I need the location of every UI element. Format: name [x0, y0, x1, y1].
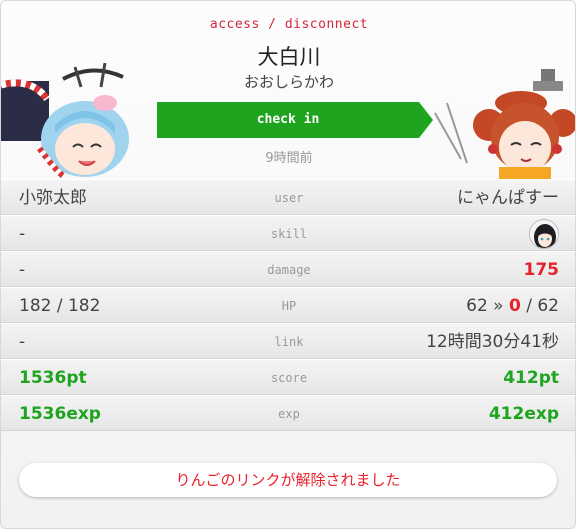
check-in-button[interactable]: check in [157, 102, 433, 138]
hp-left-value: 182 / 182 [19, 296, 101, 316]
stat-row-link: - link 12時間30分41秒 [1, 323, 575, 359]
damage-right-value: 175 [523, 260, 560, 280]
link-right-value: 12時間30分41秒 [426, 332, 559, 352]
user-left-value: 小弥太郎 [19, 188, 87, 208]
link-left-value: - [19, 332, 26, 352]
access-disconnect-links: access / disconnect [1, 17, 575, 32]
stat-row-score: 1536pt score 412pt [1, 359, 575, 395]
disconnect-link[interactable]: disconnect [285, 17, 368, 32]
skill-left-value: - [19, 224, 26, 244]
stat-row-damage: - damage 175 [1, 251, 575, 287]
link-released-notice: りんごのリンクが解除されました [19, 463, 557, 497]
damage-left-value: - [19, 260, 26, 280]
checkin-card: access / disconnect 大白川 おおしらかわ check in … [0, 0, 576, 529]
stat-row-skill: - skill [1, 215, 575, 251]
character-portrait-icon[interactable] [529, 219, 559, 249]
user-right-value: にゃんぱすー [457, 188, 559, 208]
exp-right-value: 412exp [488, 404, 559, 424]
stat-row-hp: 182 / 182 HP 62 » 0 / 62 [1, 287, 575, 324]
hp-right-value: 62 » 0 / 62 [466, 288, 559, 324]
access-link[interactable]: access [210, 17, 260, 32]
exp-left-value: 1536exp [19, 404, 101, 424]
skill-label: skill [270, 227, 308, 241]
check-in-label: check in [256, 112, 320, 127]
damage-label: damage [267, 263, 311, 277]
station-header: access / disconnect 大白川 おおしらかわ check in … [1, 1, 575, 180]
user-character-avatar [1, 62, 141, 180]
score-label: score [270, 371, 308, 385]
battle-stats-table: 小弥太郎 user にゃんぱすー - skill - damage 175 18… [1, 179, 575, 431]
hp-right-max: / 62 [520, 296, 559, 316]
opponent-character-avatar [431, 63, 575, 179]
stat-row-exp: 1536exp exp 412exp [1, 395, 575, 431]
score-right-value: 412pt [503, 368, 559, 388]
hp-label: HP [281, 299, 297, 313]
user-label: user [274, 191, 304, 205]
score-left-value: 1536pt [19, 368, 87, 388]
hp-right-after: 0 [508, 296, 521, 316]
link-label: link [274, 335, 304, 349]
hp-right-before: 62 » [466, 296, 509, 316]
stat-row-user: 小弥太郎 user にゃんぱすー [1, 179, 575, 215]
exp-label: exp [278, 407, 300, 421]
link-separator: / [268, 17, 277, 32]
